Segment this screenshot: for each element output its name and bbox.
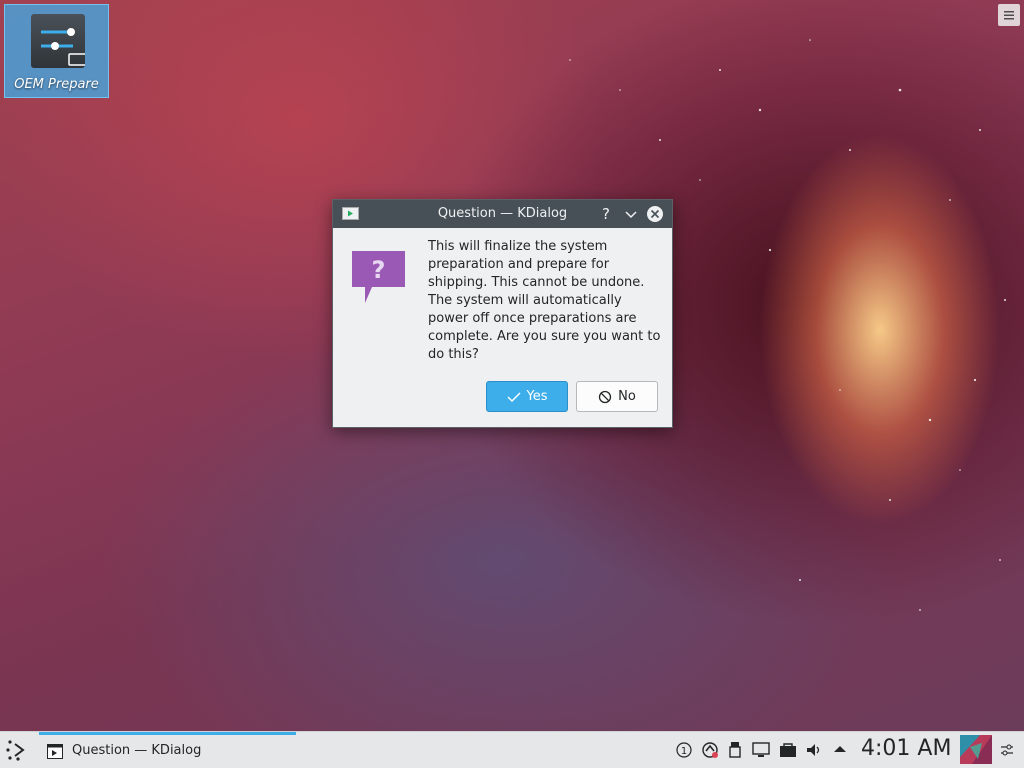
settings-sliders-icon	[31, 14, 90, 68]
close-icon[interactable]	[646, 205, 664, 223]
svg-text:?: ?	[372, 256, 386, 284]
window-titlebar[interactable]: Question — KDialog ?	[333, 200, 672, 228]
kdialog-app-icon	[47, 744, 63, 763]
desktop-toolbox-button[interactable]	[998, 4, 1020, 26]
desktop-icon-label: OEM Prepare	[14, 77, 99, 92]
taskbar-task-label: Question — KDialog	[72, 743, 202, 758]
notification-count-icon[interactable]: 1	[675, 741, 693, 763]
cancel-icon	[599, 390, 612, 403]
hamburger-menu-icon	[1004, 11, 1014, 20]
application-launcher-icon[interactable]	[6, 738, 30, 766]
yes-button[interactable]: Yes	[486, 381, 568, 412]
kdialog-question-window: Question — KDialog ? ? This will finaliz…	[332, 199, 673, 428]
checkmark-icon	[506, 391, 521, 402]
network-icon[interactable]	[752, 741, 770, 763]
vault-icon[interactable]	[779, 741, 797, 763]
svg-text:1: 1	[681, 746, 687, 757]
help-icon[interactable]: ?	[597, 205, 615, 223]
question-bubble-icon: ?	[352, 251, 405, 308]
pager-desktop-icon[interactable]	[960, 735, 992, 764]
updates-icon[interactable]	[701, 741, 719, 763]
no-button[interactable]: No	[576, 381, 658, 412]
taskbar-task-kdialog[interactable]: Question — KDialog	[39, 732, 296, 768]
desktop-icon-oem-prepare[interactable]: OEM Prepare	[4, 4, 109, 98]
dialog-message: This will finalize the system preparatio…	[428, 239, 661, 362]
yes-button-label: Yes	[526, 389, 548, 404]
no-button-label: No	[618, 389, 636, 404]
digital-clock[interactable]: 4:01 AM	[861, 736, 951, 761]
taskbar-panel: Question — KDialog 1 4:01 AM	[0, 731, 1024, 768]
panel-settings-icon[interactable]	[999, 742, 1015, 762]
volume-icon[interactable]	[805, 741, 823, 763]
minimize-chevron-icon[interactable]	[622, 205, 640, 223]
usb-device-icon[interactable]	[728, 741, 742, 763]
expand-tray-icon[interactable]	[832, 741, 848, 763]
